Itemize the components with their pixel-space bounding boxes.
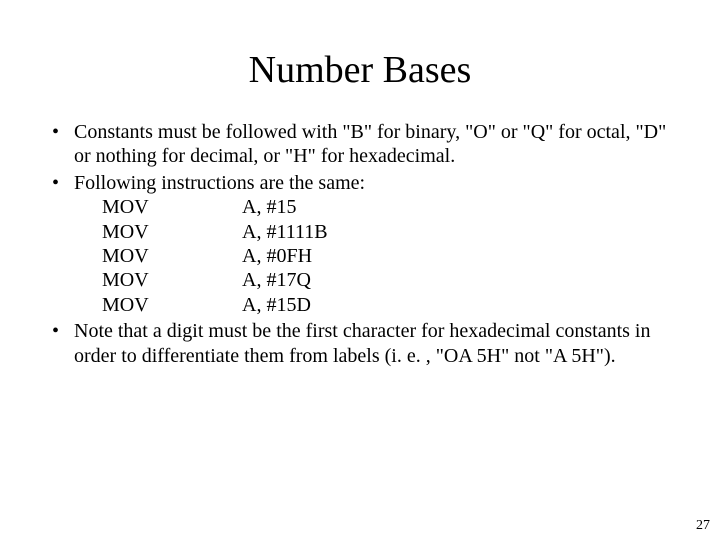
instruction-arg: A, #15: [242, 195, 674, 219]
instruction-row: MOV A, #17Q: [102, 268, 674, 292]
instruction-op: MOV: [102, 268, 242, 292]
instruction-block: MOV A, #15 MOV A, #1111B MOV A, #0FH MOV…: [74, 195, 674, 317]
bullet-text: Note that a digit must be the first char…: [74, 320, 650, 366]
instruction-row: MOV A, #15D: [102, 293, 674, 317]
bullet-item: Following instructions are the same: MOV…: [46, 171, 674, 317]
instruction-arg: A, #15D: [242, 293, 674, 317]
instruction-op: MOV: [102, 220, 242, 244]
instruction-row: MOV A, #1111B: [102, 220, 674, 244]
bullet-text: Following instructions are the same:: [74, 172, 365, 194]
instruction-op: MOV: [102, 195, 242, 219]
slide-title: Number Bases: [0, 0, 720, 120]
slide-body: Constants must be followed with "B" for …: [0, 120, 720, 368]
instruction-arg: A, #1111B: [242, 220, 674, 244]
bullet-item: Note that a digit must be the first char…: [46, 319, 674, 368]
slide: Number Bases Constants must be followed …: [0, 0, 720, 540]
bullet-text: Constants must be followed with "B" for …: [74, 121, 666, 167]
instruction-row: MOV A, #15: [102, 195, 674, 219]
bullet-list: Constants must be followed with "B" for …: [46, 120, 674, 368]
page-number: 27: [696, 518, 710, 534]
instruction-arg: A, #17Q: [242, 268, 674, 292]
instruction-op: MOV: [102, 244, 242, 268]
instruction-arg: A, #0FH: [242, 244, 674, 268]
instruction-op: MOV: [102, 293, 242, 317]
bullet-item: Constants must be followed with "B" for …: [46, 120, 674, 169]
instruction-row: MOV A, #0FH: [102, 244, 674, 268]
